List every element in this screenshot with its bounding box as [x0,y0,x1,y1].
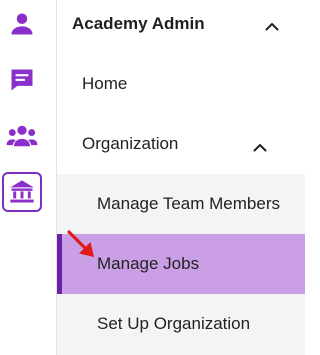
chevron-up-icon [253,139,267,152]
nav-section-academy-admin[interactable]: Academy Admin [57,0,305,50]
nav-item-label: Organization [82,134,179,153]
nav-panel: Academy Admin Home Organization Manage T… [57,0,305,355]
icon-rail [0,0,44,355]
nav-subitem-manage-team-members[interactable]: Manage Team Members [57,174,305,234]
rail-team-button[interactable] [2,116,42,156]
rail-messages-button[interactable] [2,60,42,100]
person-icon [8,10,36,38]
app-root: Academy Admin Home Organization Manage T… [0,0,305,355]
rail-admin-button[interactable] [2,172,42,212]
group-icon [6,122,38,150]
chevron-up-icon [265,18,279,31]
institution-icon [8,178,36,206]
nav-subitem-manage-jobs[interactable]: Manage Jobs [57,234,305,294]
chat-icon [8,66,36,94]
nav-subitem-label: Set Up Organization [97,314,251,333]
nav-item-home[interactable]: Home [57,54,305,114]
rail-profile-button[interactable] [2,4,42,44]
nav-subitem-set-up-organization[interactable]: Set Up Organization [57,294,305,355]
nav-subitem-label: Manage Team Members [97,194,280,213]
nav-section-title: Academy Admin [72,14,205,33]
nav-item-organization[interactable]: Organization [57,114,305,174]
nav-subitem-label: Manage Jobs [97,254,200,273]
nav-item-label: Home [82,74,128,93]
